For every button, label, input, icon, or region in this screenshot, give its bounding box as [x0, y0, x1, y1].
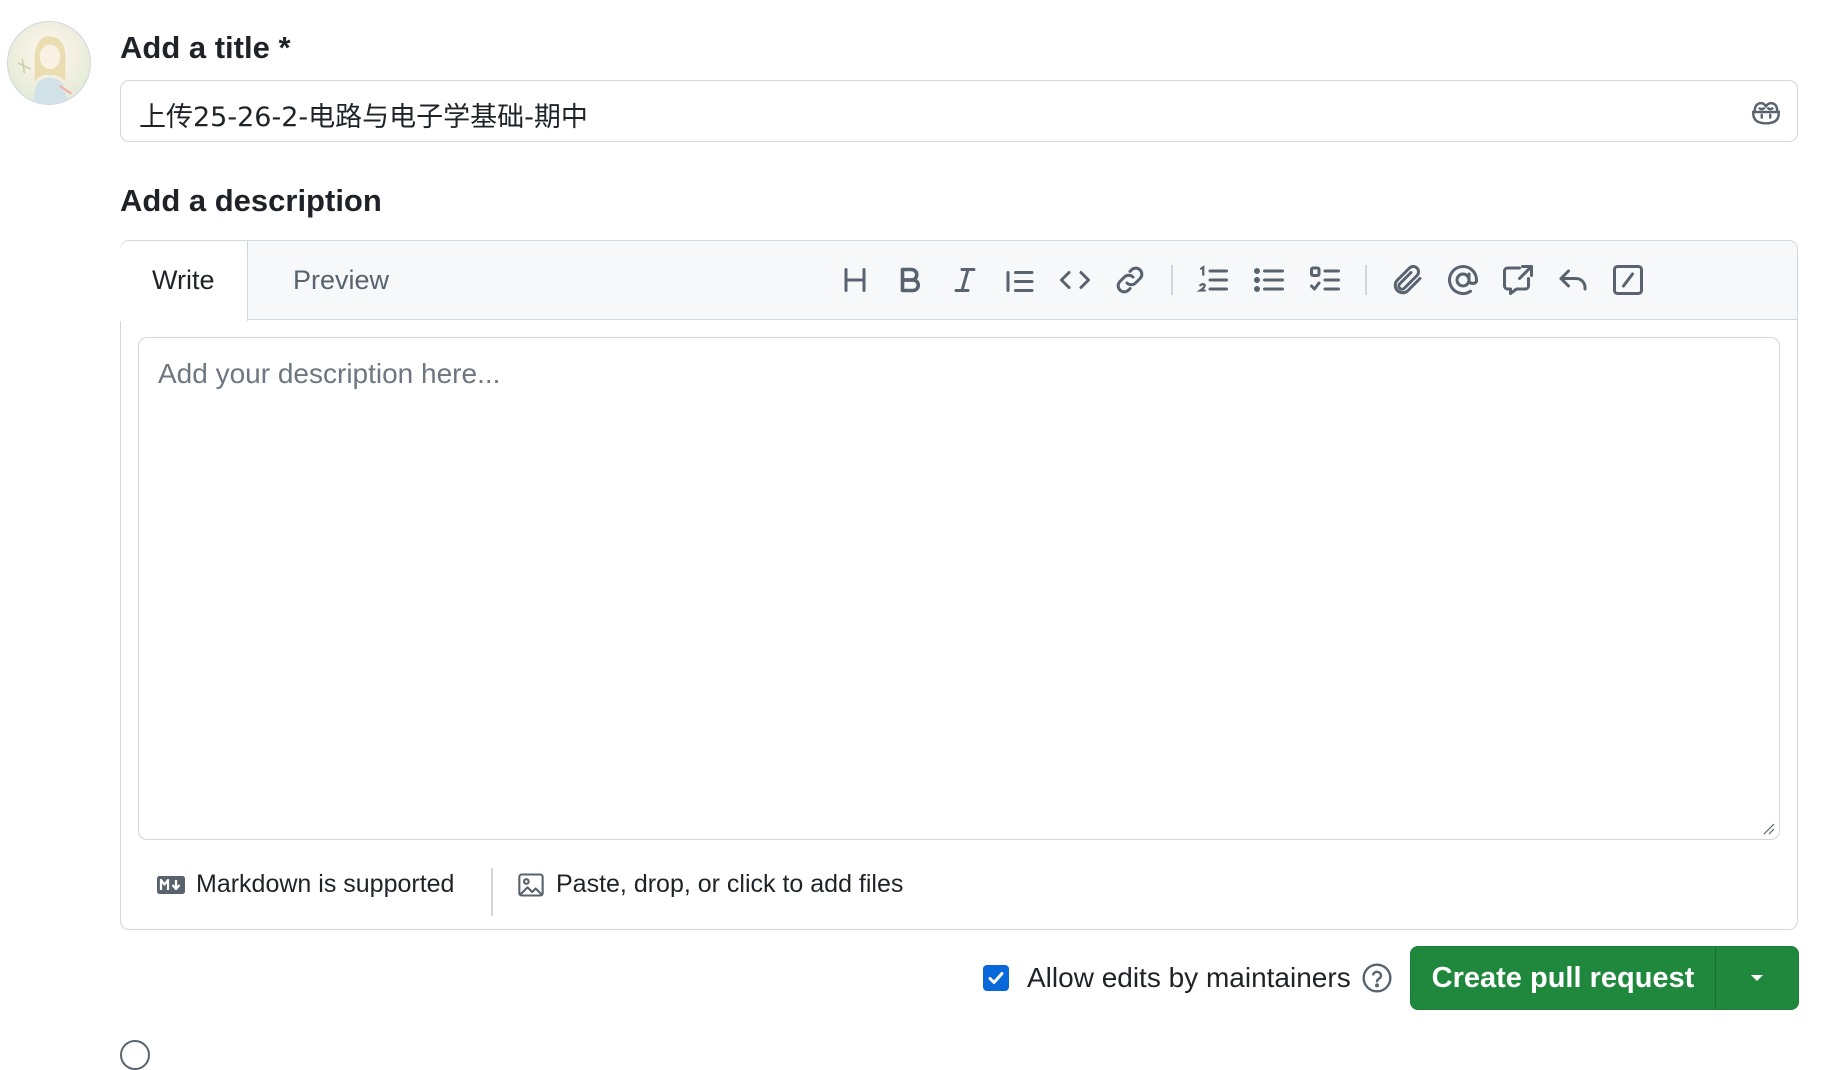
- markdown-icon: [157, 875, 185, 894]
- footer-divider: [491, 868, 493, 916]
- reply-icon[interactable]: [1555, 262, 1591, 298]
- avatar-illustration: [17, 36, 73, 104]
- title-label: Add a title *: [120, 30, 291, 65]
- markdown-support-link[interactable]: Markdown is supported: [156, 870, 454, 899]
- mention-icon[interactable]: [1445, 262, 1481, 298]
- unordered-list-icon[interactable]: [1251, 262, 1287, 298]
- description-textarea[interactable]: Add your description here...: [138, 337, 1780, 840]
- allow-edits-label: Allow edits by maintainers: [1027, 962, 1351, 993]
- description-placeholder: Add your description here...: [158, 358, 501, 389]
- heading-icon[interactable]: [837, 262, 873, 298]
- editor-footer: Markdown is supported Paste, drop, or cl…: [121, 852, 1797, 927]
- resize-handle-icon[interactable]: [1760, 820, 1776, 836]
- create-pull-request-button-group: Create pull request: [1410, 946, 1799, 1010]
- italic-icon[interactable]: [947, 262, 983, 298]
- quote-icon[interactable]: [1002, 262, 1038, 298]
- info-icon: [120, 1040, 150, 1070]
- check-icon: [988, 972, 1004, 984]
- tab-preview[interactable]: Preview: [261, 241, 421, 320]
- add-files-button[interactable]: Paste, drop, or click to add files: [516, 870, 903, 899]
- image-icon: [518, 872, 544, 897]
- triangle-down-icon: [1751, 975, 1763, 981]
- description-editor: Write Preview Add your description here.…: [120, 240, 1798, 930]
- tab-write[interactable]: Write: [120, 241, 248, 321]
- cross-reference-icon[interactable]: [1500, 262, 1536, 298]
- editor-toolbar: Write Preview: [120, 241, 1797, 321]
- bold-icon[interactable]: [892, 262, 928, 298]
- avatar[interactable]: [7, 21, 91, 105]
- link-icon[interactable]: [1112, 262, 1148, 298]
- description-label: Add a description: [120, 183, 382, 218]
- create-pull-request-button[interactable]: Create pull request: [1411, 947, 1715, 1009]
- ordered-list-icon[interactable]: [1195, 262, 1231, 298]
- add-files-label: Paste, drop, or click to add files: [556, 870, 904, 898]
- allow-edits-row: Allow edits by maintainers: [983, 962, 1393, 994]
- task-list-icon[interactable]: [1307, 262, 1343, 298]
- toolbar-separator: [1365, 265, 1367, 295]
- slash-command-icon[interactable]: [1610, 262, 1646, 298]
- title-input[interactable]: 上传25-26-2-电路与电子学基础-期中: [120, 80, 1798, 142]
- help-icon[interactable]: [1361, 962, 1393, 994]
- copilot-icon[interactable]: [1749, 95, 1783, 129]
- code-icon[interactable]: [1057, 262, 1093, 298]
- create-options-dropdown[interactable]: [1715, 947, 1798, 1009]
- allow-edits-checkbox[interactable]: [983, 965, 1009, 991]
- markdown-support-label: Markdown is supported: [196, 870, 455, 898]
- title-value: 上传25-26-2-电路与电子学基础-期中: [139, 102, 588, 133]
- attach-icon[interactable]: [1390, 262, 1426, 298]
- toolbar-separator: [1171, 265, 1173, 295]
